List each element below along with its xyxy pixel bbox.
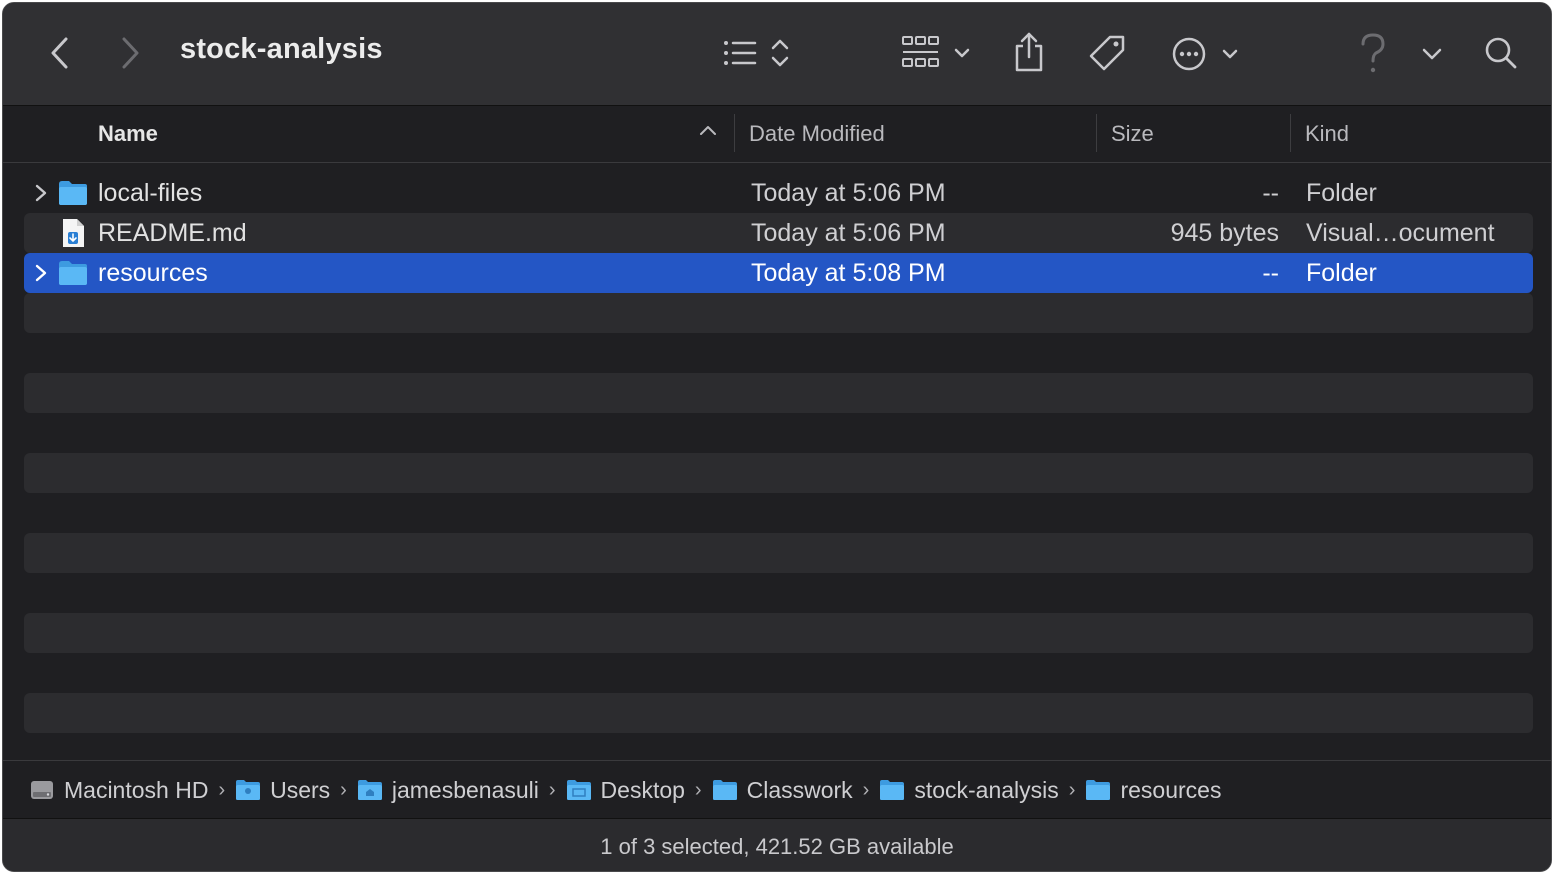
status-bar: 1 of 3 selected, 421.52 GB available	[3, 818, 1551, 871]
desktop-folder-icon	[566, 780, 591, 800]
path-item-home[interactable]: jamesbenasuli	[357, 777, 539, 804]
chevron-down-icon[interactable]	[1417, 39, 1447, 69]
file-size: --	[1262, 259, 1279, 287]
file-date: Today at 5:06 PM	[751, 179, 946, 207]
path-item-label: jamesbenasuli	[391, 776, 539, 803]
view-mode-button[interactable]	[719, 33, 799, 73]
file-row-local-files[interactable]: local-files Today at 5:06 PM -- Folder	[24, 173, 1533, 213]
folder-icon	[59, 181, 87, 205]
path-chevron-icon: ›	[1068, 778, 1076, 801]
column-divider[interactable]	[1096, 114, 1097, 152]
folder-icon	[236, 780, 261, 800]
home-folder-icon	[357, 780, 382, 800]
grid-group-icon	[902, 36, 970, 67]
path-item-stock-analysis[interactable]: stock-analysis	[879, 776, 1059, 804]
ellipsis-icon	[1172, 37, 1238, 71]
path-item-resources[interactable]: resources	[1085, 777, 1221, 804]
path-item-label: Macintosh HD	[64, 776, 209, 803]
path-item-label: stock-analysis	[914, 776, 1059, 803]
back-icon[interactable]	[43, 33, 77, 73]
column-divider[interactable]	[1290, 114, 1291, 152]
file-kind: Folder	[1306, 259, 1377, 287]
path-chevron-icon: ›	[862, 778, 870, 801]
file-list: local-files Today at 5:06 PM -- Folder R…	[24, 173, 1533, 733]
column-divider[interactable]	[734, 114, 735, 152]
path-item-label: resources	[1120, 776, 1222, 803]
file-size: 945 bytes	[1170, 219, 1279, 247]
path-item-users[interactable]: Users	[235, 777, 330, 804]
file-name: README.md	[98, 219, 247, 247]
file-kind: Folder	[1306, 179, 1377, 207]
path-chevron-icon: ›	[694, 778, 702, 801]
column-header: Name Date Modified Size Kind	[3, 106, 1551, 163]
path-chevron-icon: ›	[218, 778, 226, 801]
tag-icon[interactable]	[1085, 31, 1131, 77]
hard-drive-icon	[31, 781, 53, 799]
finder-window: stock-analysis Name Date Modified Size K…	[2, 2, 1552, 872]
path-item-macintosh-hd[interactable]: Macintosh HD	[29, 777, 208, 804]
file-date: Today at 5:06 PM	[751, 219, 946, 247]
path-item-label: Users	[270, 776, 331, 803]
empty-row	[24, 613, 1533, 653]
file-kind: Visual…ocument	[1306, 219, 1495, 247]
path-bar: Macintosh HD › Users › jamesbenasuli › D…	[3, 760, 1551, 819]
disclosure-triangle-icon[interactable]	[34, 263, 48, 283]
path-item-label: Classwork	[746, 776, 853, 803]
file-date: Today at 5:08 PM	[751, 259, 946, 287]
help-icon[interactable]	[1355, 31, 1391, 77]
column-name-header[interactable]: Name	[98, 121, 158, 147]
path-chevron-icon: ›	[340, 778, 347, 801]
folder-icon	[59, 261, 87, 285]
folder-icon	[712, 780, 737, 800]
empty-row	[24, 413, 1533, 453]
empty-row	[24, 653, 1533, 693]
disclosure-triangle-icon[interactable]	[34, 183, 48, 203]
status-text: 1 of 3 selected, 421.52 GB available	[600, 834, 954, 859]
empty-row	[24, 333, 1533, 373]
empty-row	[24, 453, 1533, 493]
file-size: --	[1262, 179, 1279, 207]
file-row-resources[interactable]: resources Today at 5:08 PM -- Folder	[24, 253, 1533, 293]
more-actions-button[interactable]	[1169, 33, 1243, 75]
empty-row	[24, 373, 1533, 413]
path-chevron-icon: ›	[548, 778, 556, 801]
document-icon	[63, 219, 84, 247]
empty-row	[24, 573, 1533, 613]
column-kind-header[interactable]: Kind	[1305, 121, 1349, 147]
empty-row	[24, 693, 1533, 733]
path-item-classwork[interactable]: Classwork	[712, 777, 853, 804]
share-icon[interactable]	[1009, 29, 1049, 75]
file-row-readme[interactable]: README.md Today at 5:06 PM 945 bytes Vis…	[24, 213, 1533, 253]
list-view-icon	[724, 39, 789, 67]
folder-icon	[880, 780, 905, 800]
file-name: resources	[98, 259, 208, 287]
folder-icon	[1086, 780, 1111, 800]
empty-row	[24, 533, 1533, 573]
sort-ascending-icon	[700, 126, 716, 135]
forward-icon[interactable]	[113, 33, 147, 73]
file-name: local-files	[98, 179, 203, 207]
empty-row	[24, 293, 1533, 333]
path-item-label: Desktop	[600, 776, 685, 803]
window-title: stock-analysis	[180, 33, 383, 65]
group-button[interactable]	[899, 33, 975, 73]
path-item-desktop[interactable]: Desktop	[566, 777, 685, 804]
search-icon[interactable]	[1481, 33, 1521, 73]
column-size-header[interactable]: Size	[1111, 121, 1154, 147]
toolbar: stock-analysis	[3, 3, 1551, 106]
empty-row	[24, 493, 1533, 533]
column-date-header[interactable]: Date Modified	[749, 121, 885, 147]
